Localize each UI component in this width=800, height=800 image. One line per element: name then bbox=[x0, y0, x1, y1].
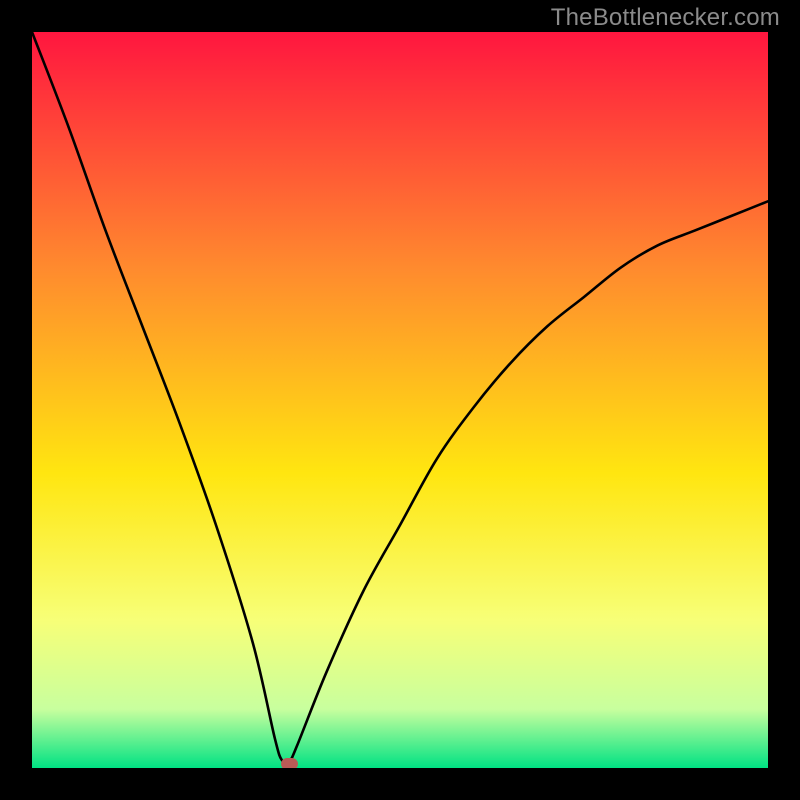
bottleneck-curve bbox=[32, 32, 768, 768]
minimum-marker-dot bbox=[281, 758, 298, 768]
plot-area bbox=[32, 32, 768, 768]
chart-frame: TheBottlenecker.com bbox=[0, 0, 800, 800]
watermark-text: TheBottlenecker.com bbox=[551, 4, 780, 32]
